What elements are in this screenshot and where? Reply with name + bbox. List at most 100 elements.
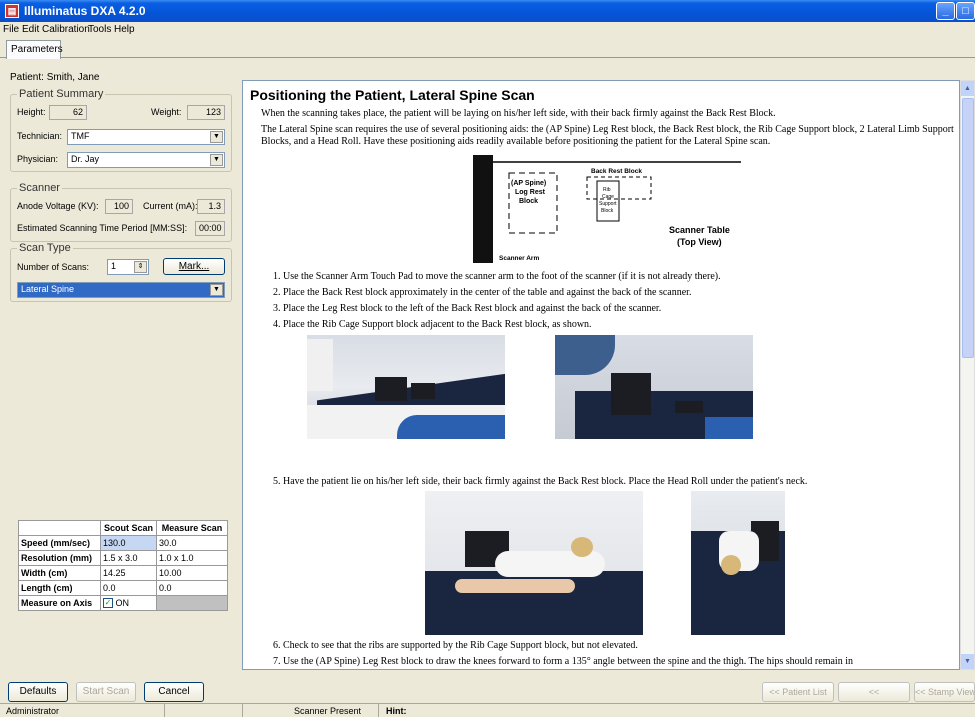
table-header: Measure Scan xyxy=(156,520,228,536)
title-bar[interactable]: ▤ Illuminatus DXA 4.2.0 _ □ xyxy=(0,0,975,22)
patient-summary-title: Patient Summary xyxy=(17,88,106,100)
table-cell[interactable]: 14.25 xyxy=(100,565,157,581)
measure-on-axis-cell[interactable]: ✓ ON xyxy=(100,595,157,611)
minimize-button[interactable]: _ xyxy=(936,2,955,20)
table-header: Scout Scan xyxy=(100,520,157,536)
parameters-panel: Patient: Smith, Jane Patient Summary Hei… xyxy=(6,66,234,666)
diagram-label: Rib xyxy=(603,187,611,193)
window-title: Illuminatus DXA 4.2.0 xyxy=(24,4,146,18)
menu-bar: File Edit Calibration Tools Help xyxy=(0,22,975,38)
table-cell[interactable]: 0.0 xyxy=(100,580,157,596)
doc-paragraph: The Lateral Spine scan requires the use … xyxy=(261,124,954,147)
current-value: 1.3 xyxy=(197,199,225,214)
scan-type-select[interactable]: Lateral Spine ▼ xyxy=(17,282,225,298)
patient-list-button[interactable]: << Patient List xyxy=(762,682,834,702)
scan-type-title: Scan Type xyxy=(17,242,73,254)
diagram-label: Scanner Arm xyxy=(499,255,539,262)
scroll-thumb[interactable] xyxy=(962,98,974,358)
table-cell: Speed (mm/sec) xyxy=(18,535,101,551)
document-scrollbar[interactable]: ▲ ▼ xyxy=(960,80,975,670)
help-document[interactable]: Positioning the Patient, Lateral Spine S… xyxy=(242,80,960,670)
technician-select[interactable]: TMF ▼ xyxy=(67,129,225,145)
list-item: 3. Place the Leg Rest block to the left … xyxy=(273,303,662,314)
scanner-group: Scanner Anode Voltage (KV): 100 Current … xyxy=(10,182,232,242)
table-row: Length (cm) 0.0 0.0 xyxy=(18,580,228,596)
menu-help[interactable]: Help xyxy=(114,24,135,35)
checkbox-checked-icon[interactable]: ✓ xyxy=(103,598,113,609)
physician-select[interactable]: Dr. Jay ▼ xyxy=(67,152,225,168)
diagram-label: Cage xyxy=(602,194,614,200)
mark-button[interactable]: Mark... xyxy=(163,258,225,275)
menu-edit[interactable]: Edit xyxy=(22,24,39,35)
scroll-up-icon[interactable]: ▲ xyxy=(961,81,974,96)
table-diagram: Back Rest Block (AP Spine) Log Rest Bloc… xyxy=(473,155,741,263)
number-of-scans-label: Number of Scans: xyxy=(17,262,90,272)
status-hint: Hint: xyxy=(386,706,407,716)
list-item: 5. Have the patient lie on his/her left … xyxy=(273,476,808,487)
technician-value: TMF xyxy=(71,131,90,141)
status-user: Administrator xyxy=(6,706,60,716)
chevron-down-icon[interactable]: ▼ xyxy=(210,284,223,296)
measure-on-axis-value: ON xyxy=(115,597,130,608)
height-value: 62 xyxy=(49,105,87,120)
scanner-photo-2 xyxy=(555,335,753,439)
status-bar: Administrator Scanner Present Hint: xyxy=(0,703,975,717)
table-cell[interactable]: 0.0 xyxy=(156,580,228,596)
tab-parameters[interactable]: Parameters xyxy=(6,40,63,59)
status-scanner: Scanner Present xyxy=(294,706,362,716)
demographics-button[interactable]: << Demographics xyxy=(838,682,910,715)
spin-arrows-icon[interactable]: ⇕ xyxy=(134,261,147,273)
list-item: 7. Use the (AP Spine) Leg Rest block to … xyxy=(273,656,853,667)
table-cell[interactable]: 30.0 xyxy=(156,535,228,551)
defaults-button[interactable]: Defaults xyxy=(8,682,68,702)
status-divider xyxy=(378,704,379,717)
scanner-photo-1 xyxy=(307,335,505,439)
stamp-view-button[interactable]: << Stamp View xyxy=(914,682,975,702)
table-cell[interactable]: 1.0 x 1.0 xyxy=(156,550,228,566)
technician-label: Technician: xyxy=(17,131,63,141)
scanner-arm-shape xyxy=(473,155,493,263)
menu-calibration[interactable]: Calibration xyxy=(42,24,90,35)
diagram-label: Block xyxy=(519,198,538,205)
diagram-label: Scanner Table xyxy=(669,225,730,235)
anode-voltage-label: Anode Voltage (KV): xyxy=(17,201,99,211)
table-cell: Measure on Axis xyxy=(18,595,101,611)
table-row: Speed (mm/sec) 130.0 30.0 xyxy=(18,535,228,551)
diagram-label: Support xyxy=(599,201,617,207)
table-row: Resolution (mm) 1.5 x 3.0 1.0 x 1.0 xyxy=(18,550,228,566)
doc-title: Positioning the Patient, Lateral Spine S… xyxy=(250,87,535,103)
table-header-row: Scout Scan Measure Scan xyxy=(18,520,228,536)
scan-type-group: Scan Type Number of Scans: 1 ⇕ Mark... La… xyxy=(10,242,232,302)
chevron-down-icon[interactable]: ▼ xyxy=(210,154,223,166)
menu-tools[interactable]: Tools xyxy=(88,24,111,35)
start-scan-button[interactable]: Start Scan xyxy=(76,682,136,702)
app-window: ▤ Illuminatus DXA 4.2.0 _ □ File Edit Ca… xyxy=(0,0,975,717)
table-cell xyxy=(156,595,228,611)
status-divider xyxy=(164,704,165,717)
table-header xyxy=(18,520,101,536)
cancel-button[interactable]: Cancel xyxy=(144,682,204,702)
tab-strip: Parameters xyxy=(0,38,975,59)
weight-value: 123 xyxy=(187,105,225,120)
menu-file[interactable]: File xyxy=(3,24,19,35)
scroll-down-icon[interactable]: ▼ xyxy=(961,654,974,669)
bottom-button-bar: Defaults Start Scan Cancel << Patient Li… xyxy=(0,680,975,715)
diagram-label: (Top View) xyxy=(677,237,722,247)
table-cell: Width (cm) xyxy=(18,565,101,581)
diagram-label: (AP Spine) xyxy=(511,180,546,187)
table-cell[interactable]: 1.5 x 3.0 xyxy=(100,550,157,566)
diagram-label: Block xyxy=(601,208,614,214)
list-item: 2. Place the Back Rest block approximate… xyxy=(273,287,692,298)
current-label: Current (mA): xyxy=(143,201,198,211)
list-item: 4. Place the Rib Cage Support block adja… xyxy=(273,319,592,330)
table-cell[interactable]: 130.0 xyxy=(100,535,157,551)
doc-paragraph: When the scanning takes place, the patie… xyxy=(261,108,776,119)
number-of-scans-value: 1 xyxy=(111,261,117,271)
maximize-button[interactable]: □ xyxy=(956,2,975,20)
table-cell[interactable]: 10.00 xyxy=(156,565,228,581)
number-of-scans-stepper[interactable]: 1 ⇕ xyxy=(107,259,149,275)
chevron-down-icon[interactable]: ▼ xyxy=(210,131,223,143)
scan-time-label: Estimated Scanning Time Period [MM:SS]: xyxy=(17,223,188,233)
list-item: 6. Check to see that the ribs are suppor… xyxy=(273,640,638,651)
height-label: Height: xyxy=(17,107,46,117)
